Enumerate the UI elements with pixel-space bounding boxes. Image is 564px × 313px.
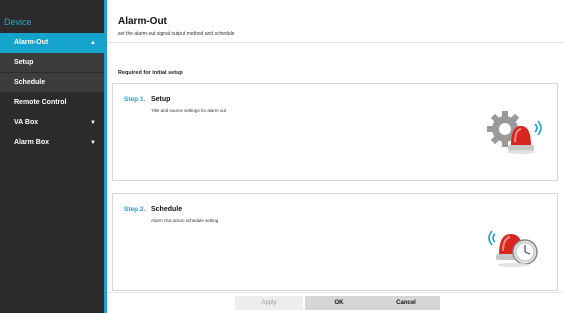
chevron-down-icon: ▼ (90, 140, 96, 146)
step-number: Step 1. (124, 96, 146, 103)
sidebar-item-va-box[interactable]: VA Box ▼ (0, 113, 104, 133)
sidebar-item-remote-control[interactable]: Remote Control (0, 93, 104, 113)
chevron-down-icon: ▼ (90, 120, 96, 126)
sidebar-item-setup[interactable]: Setup (0, 53, 104, 73)
sidebar-item-label: Alarm Box (14, 139, 50, 146)
sidebar-item-alarm-box[interactable]: Alarm Box ▼ (0, 133, 104, 153)
step-title: Setup (151, 96, 171, 103)
chevron-up-icon: ▲ (90, 40, 96, 46)
step-card-schedule[interactable]: Step 2. Schedule Alarm Out action schedu… (112, 193, 558, 291)
sidebar-title: Device (4, 17, 32, 27)
apply-button[interactable]: Apply (235, 296, 303, 310)
sidebar-item-label: Setup (14, 59, 34, 66)
alarm-clock-icon (488, 230, 538, 267)
sidebar-item-schedule[interactable]: Schedule (0, 73, 104, 93)
ok-button[interactable]: OK (305, 296, 373, 310)
divider (107, 292, 564, 293)
page-subtitle: set the alarm-out signal output method a… (118, 31, 235, 37)
sidebar-item-label: Alarm-Out (14, 39, 49, 46)
step-description: Alarm Out action schedule setting (151, 218, 219, 223)
gear-alarm-icon (487, 111, 542, 154)
main-content: Alarm-Out set the alarm-out signal outpu… (107, 0, 564, 313)
section-heading: Required for initial setup (118, 70, 183, 76)
sidebar-item-alarm-out[interactable]: Alarm-Out ▲ (0, 33, 104, 53)
page-title: Alarm-Out (118, 16, 167, 27)
step-number: Step 2. (124, 206, 146, 213)
sidebar-item-label: Remote Control (14, 99, 67, 106)
sidebar-item-label: Schedule (14, 79, 46, 86)
sidebar: Device Alarm-Out ▲ Setup Schedule Remote… (0, 0, 107, 313)
step-card-setup[interactable]: Step 1. Setup Title and source settings … (112, 83, 558, 181)
sidebar-item-label: VA Box (14, 119, 39, 126)
cancel-button[interactable]: Cancel (372, 296, 440, 310)
step-title: Schedule (151, 206, 183, 213)
step-description: Title and source settings for alarm out (151, 108, 227, 113)
divider (107, 42, 564, 43)
